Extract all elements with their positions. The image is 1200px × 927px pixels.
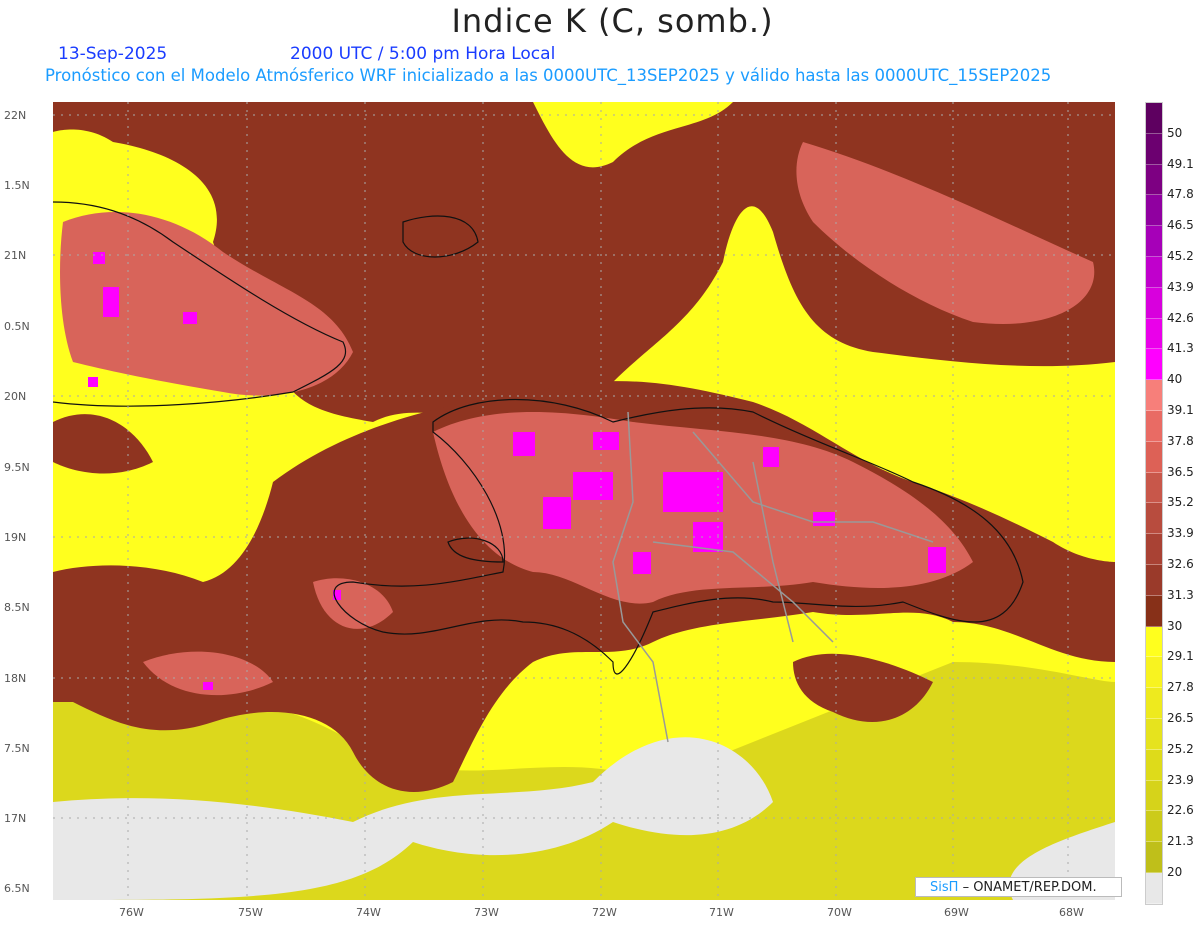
- colorbar-swatch: [1146, 842, 1162, 873]
- lat-label: 0.5N: [4, 320, 30, 333]
- colorbar-swatch: [1146, 688, 1162, 719]
- colorbar-swatch: [1146, 595, 1162, 627]
- colorbar-label: 27.8: [1167, 680, 1194, 695]
- lat-label: 7.5N: [4, 742, 30, 755]
- lat-label: 9.5N: [4, 461, 30, 474]
- colorbar-swatch: [1146, 626, 1162, 658]
- model-subtitle: Pronóstico con el Modelo Atmósferico WRF…: [45, 66, 1052, 85]
- forecast-date: 13-Sep-2025: [58, 44, 168, 64]
- colorbar-swatch: [1146, 380, 1162, 411]
- colorbar-swatch: [1146, 872, 1162, 904]
- credit-box: SisΠ – ONAMET/REP.DOM.: [915, 877, 1122, 897]
- colorbar-label: 35.2: [1167, 495, 1194, 510]
- colorbar-swatch: [1146, 287, 1162, 319]
- colorbar-label: 30: [1167, 618, 1183, 633]
- colorbar-label: 20: [1167, 865, 1183, 879]
- colorbar-label: 45.2: [1167, 249, 1194, 263]
- lon-label: 71W: [709, 906, 734, 919]
- lon-label: 68W: [1059, 906, 1084, 919]
- colorbar-label: 41.3: [1167, 341, 1194, 356]
- colorbar-label: 25.2: [1167, 741, 1194, 756]
- colorbar-swatch: [1146, 441, 1162, 473]
- colorbar-swatch: [1146, 811, 1162, 843]
- colorbar-swatch: [1146, 256, 1162, 288]
- lat-label: 19N: [4, 531, 27, 544]
- lat-label: 18N: [4, 672, 27, 685]
- map-title: Indice K (C, somb.): [451, 2, 774, 40]
- colorbar-swatch: [1146, 349, 1162, 381]
- colorbar-label: 50: [1167, 125, 1183, 140]
- k-index-map: [53, 102, 1115, 900]
- lon-label: 76W: [119, 906, 144, 919]
- colorbar-swatch: [1146, 657, 1162, 689]
- colorbar-label: 22.6: [1167, 803, 1194, 818]
- colorbar-label: 21.3: [1167, 834, 1194, 849]
- lat-label: 8.5N: [4, 601, 30, 614]
- credit-text: – ONAMET/REP.DOM.: [962, 880, 1097, 895]
- colorbar-label: 42.6: [1167, 310, 1194, 325]
- colorbar-swatch: [1146, 195, 1162, 227]
- colorbar-label: 29.1: [1167, 649, 1194, 664]
- colorbar-swatch: [1146, 780, 1162, 812]
- lat-label: 17N: [4, 812, 27, 825]
- forecast-time: 2000 UTC / 5:00 pm Hora Local: [290, 44, 556, 64]
- lat-label: 21N: [4, 249, 27, 262]
- lat-label: 6.5N: [4, 882, 30, 895]
- lon-label: 69W: [944, 906, 969, 919]
- colorbar: [1145, 102, 1163, 905]
- colorbar-swatch: [1146, 164, 1162, 196]
- colorbar-swatch: [1146, 749, 1162, 781]
- lon-label: 70W: [827, 906, 852, 919]
- lon-label: 72W: [592, 906, 617, 919]
- colorbar-label: 23.9: [1167, 772, 1194, 787]
- colorbar-swatch: [1146, 410, 1162, 442]
- lat-label: 22N: [4, 109, 27, 122]
- colorbar-label: 32.6: [1167, 557, 1194, 571]
- colorbar-swatch: [1146, 226, 1162, 257]
- colorbar-label: 31.3: [1167, 587, 1194, 602]
- colorbar-label: 40: [1167, 372, 1183, 387]
- colorbar-label: 26.5: [1167, 711, 1194, 725]
- colorbar-label: 47.8: [1167, 187, 1194, 202]
- colorbar-label: 37.8: [1167, 433, 1194, 448]
- colorbar-swatch: [1146, 103, 1162, 134]
- colorbar-swatch: [1146, 718, 1162, 750]
- colorbar-label: 33.9: [1167, 526, 1194, 541]
- colorbar-swatch: [1146, 133, 1162, 165]
- lat-label: 20N: [4, 390, 27, 403]
- colorbar-label: 36.5: [1167, 464, 1194, 479]
- colorbar-swatch: [1146, 534, 1162, 565]
- lon-label: 73W: [474, 906, 499, 919]
- colorbar-label: 43.9: [1167, 279, 1194, 294]
- colorbar-swatch: [1146, 503, 1162, 535]
- colorbar-label: 46.5: [1167, 218, 1194, 233]
- colorbar-swatch: [1146, 472, 1162, 504]
- colorbar-label: 49.1: [1167, 156, 1194, 171]
- lon-label: 74W: [356, 906, 381, 919]
- colorbar-swatch: [1146, 318, 1162, 350]
- colorbar-swatch: [1146, 564, 1162, 596]
- sispi-logo: SisΠ: [930, 880, 959, 895]
- lat-label: 1.5N: [4, 179, 30, 192]
- lon-label: 75W: [238, 906, 263, 919]
- colorbar-label: 39.1: [1167, 403, 1194, 417]
